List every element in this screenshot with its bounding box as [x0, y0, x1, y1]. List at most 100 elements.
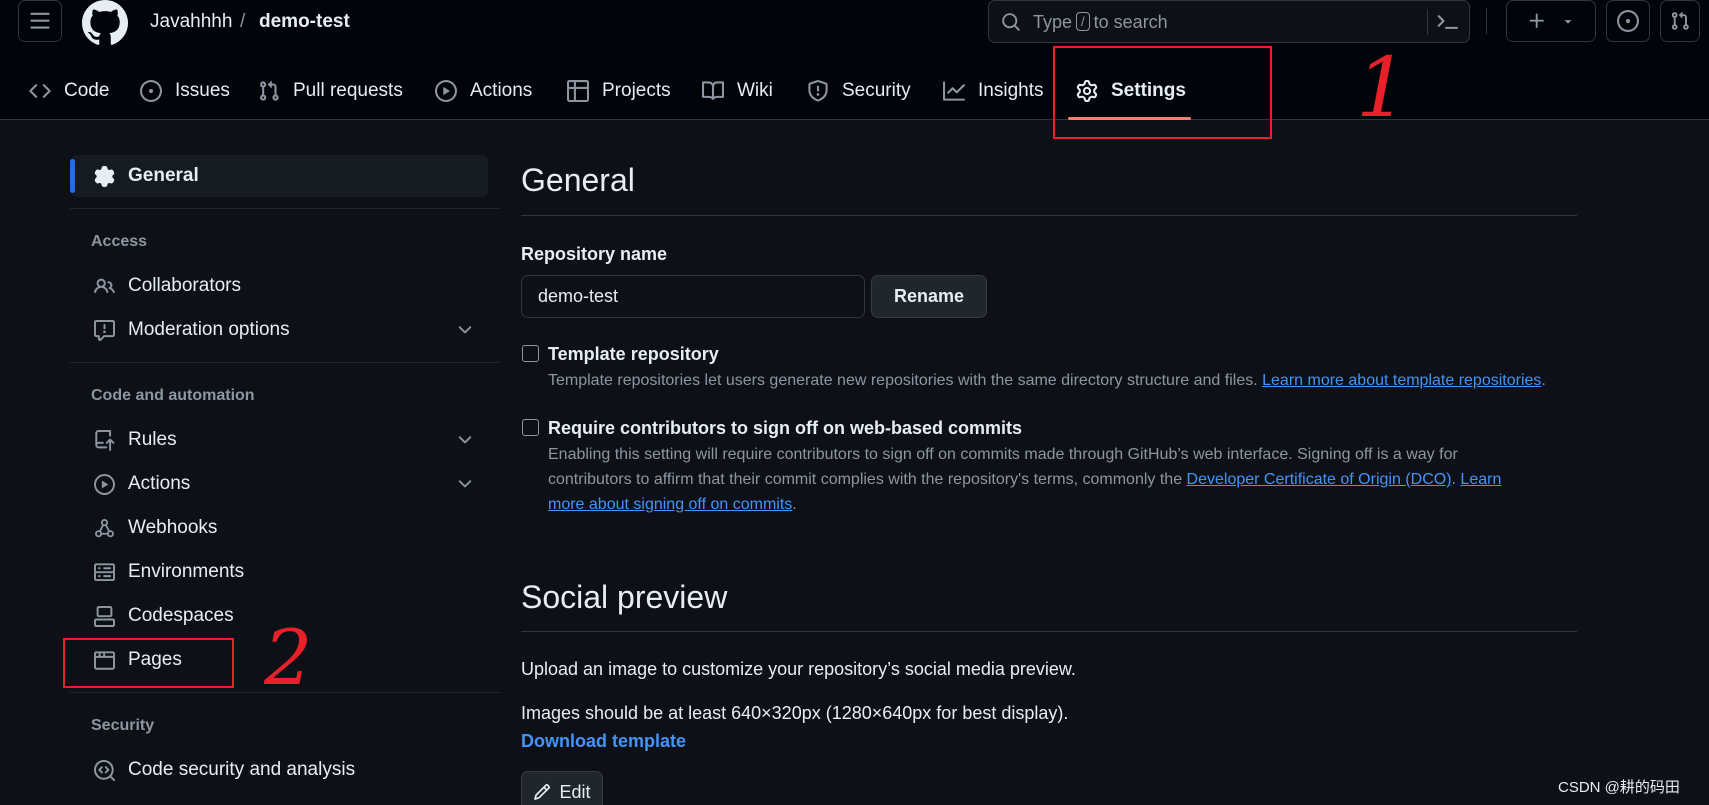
sidebar-heading-code-automation: Code and automation: [91, 387, 255, 404]
search-prefix: Type: [1033, 12, 1073, 32]
social-preview-text: Upload an image to customize your reposi…: [521, 659, 1076, 679]
template-note-end: .: [1541, 372, 1546, 389]
signoff-checkbox[interactable]: [522, 419, 539, 436]
chevron-down-icon[interactable]: [455, 430, 475, 450]
graph-icon: [942, 79, 966, 103]
tab-security[interactable]: Security: [806, 76, 911, 106]
search-suffix: to search: [1093, 12, 1168, 32]
template-repository-label: Template repository: [548, 344, 719, 364]
tab-label: Code: [64, 80, 110, 101]
sidebar-item-label: General: [128, 165, 199, 186]
tab-issues[interactable]: Issues: [139, 76, 230, 106]
git-pull-request-icon: [1671, 11, 1689, 30]
git-pull-request-icon: [257, 79, 281, 103]
sidebar-item-label: Rules: [128, 429, 177, 450]
annotation-number-2: 2: [264, 613, 313, 702]
sidebar-item-label: Code security and analysis: [128, 759, 356, 780]
repo-name-label: Repository name: [521, 244, 668, 264]
signoff-learn-more-link-start[interactable]: Learn: [1460, 471, 1501, 488]
tab-label: Issues: [175, 80, 230, 101]
download-template-link[interactable]: Download template: [521, 731, 686, 752]
signoff-note-period: .: [1451, 471, 1456, 488]
path-separator: /: [240, 11, 246, 32]
hamburger-icon: [30, 12, 50, 29]
codespaces-icon: [92, 604, 116, 628]
play-icon: [434, 79, 458, 103]
sidebar-item-label: Collaborators: [128, 275, 241, 296]
sidebar-heading-security: Security: [91, 717, 155, 734]
tab-code[interactable]: Code: [28, 76, 109, 106]
sidebar-item-label: Codespaces: [128, 605, 234, 626]
sidebar-item-code-security[interactable]: Code security and analysis: [92, 755, 355, 785]
header-divider: [1486, 8, 1487, 34]
sidebar-item-environments[interactable]: Environments: [92, 557, 244, 587]
tab-insights[interactable]: Insights: [942, 76, 1043, 106]
page-title: General: [521, 162, 635, 198]
menu-button[interactable]: [18, 0, 62, 42]
command-palette-icon[interactable]: [1437, 11, 1459, 33]
sidebar-heading-access: Access: [91, 233, 148, 250]
play-icon: [92, 472, 116, 496]
sidebar-item-rules[interactable]: Rules: [92, 425, 177, 455]
tab-label: Pull requests: [293, 80, 403, 101]
issue-opened-icon: [139, 79, 163, 103]
repo-name-link[interactable]: demo-test: [259, 11, 350, 33]
codescan-icon: [92, 758, 116, 782]
tab-label: Insights: [978, 80, 1044, 101]
table-icon: [566, 79, 590, 103]
annotation-box-settings: [1053, 46, 1272, 139]
template-learn-more-link[interactable]: Learn more about template repositories: [1262, 372, 1541, 389]
annotation-box-pages: [63, 638, 234, 688]
edit-button[interactable]: Edit: [521, 771, 603, 805]
repo-push-icon: [92, 428, 116, 452]
annotation-number-1: 1: [1356, 41, 1409, 136]
plus-icon: [1529, 13, 1544, 28]
social-preview-title: Social preview: [521, 579, 728, 615]
book-icon: [701, 79, 725, 103]
tab-projects[interactable]: Projects: [566, 76, 671, 106]
chevron-down-icon[interactable]: [455, 320, 475, 340]
sidebar-divider: [70, 362, 500, 363]
signoff-note-line3: more about signing off on commits.: [548, 492, 1548, 517]
dco-link[interactable]: Developer Certificate of Origin (DCO): [1187, 471, 1452, 488]
sidebar-item-webhooks[interactable]: Webhooks: [92, 513, 217, 543]
issue-opened-icon: [1617, 10, 1639, 32]
issues-button[interactable]: [1606, 0, 1650, 42]
sidebar-item-general[interactable]: General: [92, 161, 199, 191]
signoff-note-end: .: [792, 496, 797, 513]
template-repository-note: Template repositories let users generate…: [548, 368, 1546, 393]
sidebar-item-collaborators[interactable]: Collaborators: [92, 271, 241, 301]
search-box[interactable]: Type / to search: [988, 0, 1470, 43]
pencil-icon: [534, 784, 551, 800]
sidebar-item-label: Moderation options: [128, 319, 290, 340]
triangle-down-icon: [1564, 20, 1572, 24]
tab-label: Actions: [470, 80, 533, 101]
watermark: CSDN @耕的码田: [1558, 779, 1680, 796]
search-divider: [1427, 9, 1428, 35]
server-icon: [92, 560, 116, 584]
create-new-button[interactable]: [1506, 0, 1596, 42]
signoff-learn-more-link[interactable]: more about signing off on commits: [548, 496, 792, 513]
pull-requests-button[interactable]: [1660, 0, 1700, 42]
sidebar-item-actions[interactable]: Actions: [92, 469, 190, 499]
sidebar-item-codespaces[interactable]: Codespaces: [92, 601, 234, 631]
signoff-note-text: contributors to affirm that their commit…: [548, 471, 1183, 488]
chevron-down-icon[interactable]: [455, 474, 475, 494]
sidebar-item-moderation-options[interactable]: Moderation options: [92, 315, 290, 345]
repo-owner-link[interactable]: Javahhhh: [150, 11, 232, 33]
template-repository-checkbox[interactable]: [522, 345, 539, 362]
tab-actions[interactable]: Actions: [434, 76, 532, 106]
repo-name-input[interactable]: demo-test: [521, 275, 865, 318]
report-icon: [92, 318, 116, 342]
search-icon: [1001, 12, 1021, 32]
rename-button[interactable]: Rename: [871, 275, 987, 318]
title-rule: [521, 215, 1577, 216]
signoff-note-line1: Enabling this setting will require contr…: [548, 446, 1458, 463]
tab-pull-requests[interactable]: Pull requests: [257, 76, 403, 106]
search-placeholder: Type / to search: [1033, 12, 1168, 33]
tab-wiki[interactable]: Wiki: [701, 76, 773, 106]
sidebar-item-label: Environments: [128, 561, 245, 582]
sidebar-divider: [70, 692, 500, 693]
github-logo-icon[interactable]: [82, 0, 128, 46]
signoff-note: Enabling this setting will require contr…: [548, 442, 1548, 517]
